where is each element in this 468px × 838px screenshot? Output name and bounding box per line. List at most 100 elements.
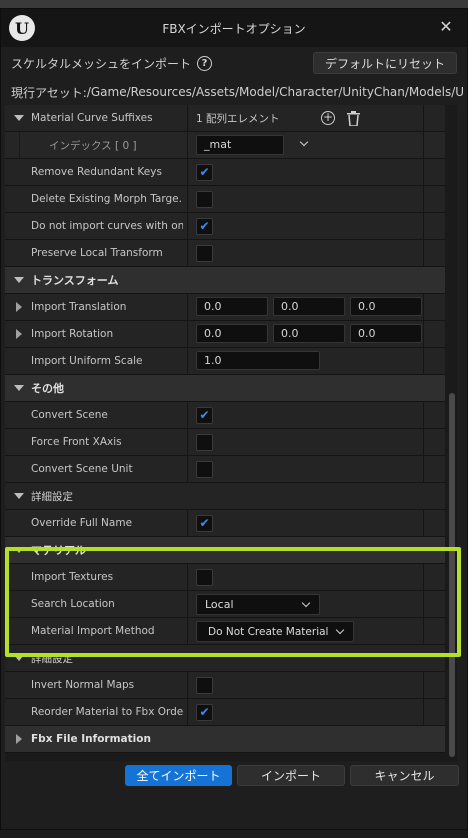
rotation-x-input[interactable]: 0.0 [196, 324, 268, 343]
property-label: Override Full Name [31, 517, 133, 529]
translation-y-input[interactable]: 0.0 [273, 297, 345, 316]
row-convert-scene-unit: Convert Scene Unit [5, 456, 445, 483]
invert-normal-maps-checkbox[interactable] [196, 676, 213, 694]
row-invert-normal-maps: Invert Normal Maps [5, 672, 445, 699]
chevron-down-icon[interactable] [299, 137, 309, 147]
expand-arrow-icon[interactable] [16, 329, 22, 339]
trash-icon[interactable] [347, 111, 360, 126]
search-location-dropdown[interactable]: Local [196, 594, 320, 615]
cancel-button[interactable]: キャンセル [350, 765, 459, 786]
scrollbar[interactable] [449, 393, 455, 757]
section-material[interactable]: マテリアル [5, 537, 445, 564]
collapse-arrow-icon[interactable] [14, 493, 24, 499]
background-strip [0, 0, 468, 8]
current-asset-value: /Game/Resources/Assets/Model/Character/U… [86, 85, 465, 99]
row-import-uniform-scale: Import Uniform Scale 1.0 [5, 348, 445, 375]
delete-existing-morph-checkbox[interactable] [196, 190, 213, 208]
do-not-import-curves-checkbox[interactable]: ✔ [196, 217, 213, 235]
property-label: Material Import Method [31, 625, 155, 637]
property-label: Force Front XAxis [31, 436, 122, 448]
property-label: Import Translation [31, 301, 127, 313]
title-bar: U FBXインポートオプション ✕ [1, 9, 467, 47]
property-label: インデックス [ 0 ] [49, 139, 137, 152]
search-location-value: Local [205, 598, 234, 611]
chevron-down-icon [301, 598, 311, 608]
suffix-input[interactable]: _mat [196, 135, 284, 155]
translation-z-input[interactable]: 0.0 [350, 297, 422, 316]
rotation-y-input[interactable]: 0.0 [273, 324, 345, 343]
section-misc[interactable]: その他 [5, 375, 445, 402]
row-import-translation: Import Translation 0.0 0.0 0.0 [5, 294, 445, 321]
unreal-logo-icon: U [9, 15, 35, 41]
section-advanced-2[interactable]: 詳細設定 [5, 645, 445, 672]
rotation-z-input[interactable]: 0.0 [350, 324, 422, 343]
row-preserve-local-transform: Preserve Local Transform [5, 240, 445, 267]
import-button[interactable]: インポート [237, 765, 345, 786]
convert-scene-unit-checkbox[interactable] [196, 460, 213, 478]
row-import-textures: Import Textures [5, 564, 445, 591]
property-label: Convert Scene [31, 409, 108, 421]
expand-arrow-icon[interactable] [16, 734, 22, 744]
property-label: Remove Redundant Keys [31, 166, 162, 178]
current-asset-label: 現行アセット: [11, 85, 87, 100]
translation-x-input[interactable]: 0.0 [196, 297, 268, 316]
property-label: Delete Existing Morph Targe... [31, 193, 183, 205]
row-material-curve-suffixes: Material Curve Suffixes 1 配列エレメント + [5, 105, 445, 132]
import-type-label: スケルタルメッシュをインポート [11, 56, 192, 71]
property-label: Preserve Local Transform [31, 247, 163, 259]
row-convert-scene: Convert Scene ✔ [5, 402, 445, 429]
collapse-arrow-icon[interactable] [14, 277, 24, 283]
property-label: Search Location [31, 598, 115, 610]
property-label: Import Uniform Scale [31, 355, 143, 367]
section-label: 詳細設定 [31, 652, 73, 665]
collapse-arrow-icon[interactable] [14, 115, 24, 121]
import-textures-checkbox[interactable] [196, 568, 213, 586]
chevron-down-icon [335, 625, 345, 635]
section-label: 詳細設定 [31, 490, 73, 503]
row-force-front-xaxis: Force Front XAxis [5, 429, 445, 456]
row-import-rotation: Import Rotation 0.0 0.0 0.0 [5, 321, 445, 348]
row-override-full-name: Override Full Name ✔ [5, 510, 445, 537]
material-import-method-value: Do Not Create Material [208, 625, 329, 638]
section-label: その他 [31, 382, 64, 395]
dialog-title: FBXインポートオプション [162, 21, 306, 36]
preserve-local-transform-checkbox[interactable] [196, 244, 213, 262]
section-label: トランスフォーム [31, 274, 119, 287]
row-do-not-import-curves: Do not import curves with on... ✔ [5, 213, 445, 240]
row-delete-existing-morph: Delete Existing Morph Targe... [5, 186, 445, 213]
import-type-row: スケルタルメッシュをインポート ? デフォルトにリセット [1, 49, 467, 77]
uniform-scale-input[interactable]: 1.0 [196, 351, 320, 370]
property-label: Material Curve Suffixes [31, 112, 153, 124]
material-import-method-dropdown[interactable]: Do Not Create Material [196, 621, 354, 642]
row-material-import-method: Material Import Method Do Not Create Mat… [5, 618, 445, 645]
import-all-button[interactable]: 全てインポート [125, 765, 232, 786]
remove-redundant-keys-checkbox[interactable]: ✔ [196, 163, 213, 181]
property-label: Reorder Material to Fbx Order [31, 706, 183, 718]
property-label: Convert Scene Unit [31, 463, 133, 475]
reset-to-default-button[interactable]: デフォルトにリセット [313, 52, 457, 74]
force-front-xaxis-checkbox[interactable] [196, 433, 213, 451]
property-label: Import Textures [31, 571, 114, 583]
section-fbx-file-information[interactable]: Fbx File Information [5, 726, 445, 753]
convert-scene-checkbox[interactable]: ✔ [196, 406, 213, 424]
property-label: Import Rotation [31, 328, 114, 340]
details-panel: Material Curve Suffixes 1 配列エレメント + インデッ… [5, 105, 457, 761]
row-index-0: インデックス [ 0 ] _mat [5, 132, 445, 159]
reorder-material-checkbox[interactable]: ✔ [196, 703, 213, 721]
close-icon[interactable]: ✕ [437, 18, 455, 36]
array-count: 1 配列エレメント [196, 112, 280, 125]
help-icon[interactable]: ? [197, 55, 213, 71]
add-element-icon[interactable]: + [321, 111, 335, 125]
collapse-arrow-icon[interactable] [14, 385, 24, 391]
expand-arrow-icon[interactable] [16, 302, 22, 312]
section-label: マテリアル [31, 544, 86, 557]
row-remove-redundant-keys: Remove Redundant Keys ✔ [5, 159, 445, 186]
current-asset-path: 現行アセット: /Game/Resources/Assets/Model/Cha… [1, 81, 467, 103]
fbx-import-dialog: U FBXインポートオプション ✕ スケルタルメッシュをインポート ? デフォル… [0, 8, 468, 830]
collapse-arrow-icon[interactable] [14, 655, 24, 661]
section-advanced-1[interactable]: 詳細設定 [5, 483, 445, 510]
section-transform[interactable]: トランスフォーム [5, 267, 445, 294]
property-label: Invert Normal Maps [31, 679, 135, 691]
override-full-name-checkbox[interactable]: ✔ [196, 514, 213, 532]
collapse-arrow-icon[interactable] [14, 547, 24, 553]
